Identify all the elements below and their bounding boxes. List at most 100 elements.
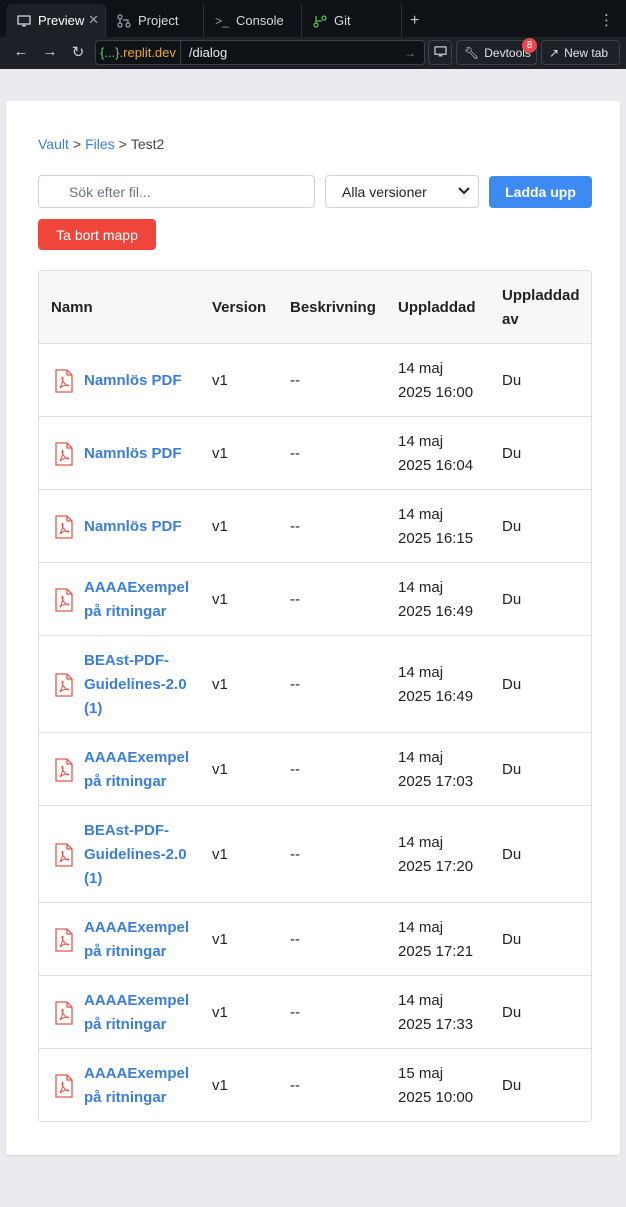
file-uploaded-date: 14 maj 2025 17:21 [398,916,473,964]
uploaded-time-line: 2025 16:15 [398,530,474,547]
file-name-line: på ritningar [84,943,167,960]
more-menu-icon[interactable]: ⋮ [599,13,614,28]
file-name-line: AAAAExempel [84,919,190,936]
file-uploaded-by: Du [502,591,522,608]
file-name-line: Namnlös PDF [84,372,182,389]
file-description: -- [290,931,300,948]
uploaded-date-line: 14 maj [398,579,444,596]
tab-label: Git [334,13,351,28]
file-description: -- [290,1077,300,1094]
file-uploaded-by: Du [502,445,522,462]
url-domain-badge: {...} .replit.dev [96,41,181,64]
pdf-file-icon [54,515,74,539]
file-version: v1 [212,372,228,389]
table-row: BEAst-PDF- Guidelines-2.0 (1) v1 -- 14 maj 202… [39,636,591,733]
file-name-line: BEAst-PDF- [84,652,169,669]
forward-arrow-icon[interactable]: → [40,43,60,60]
file-uploaded-by: Du [502,1004,522,1021]
column-header-name: Namn [51,299,93,316]
file-name-line: på ritningar [84,773,167,790]
version-select-value: Alla versioner [342,183,427,200]
search-input[interactable] [38,175,315,208]
version-select[interactable]: Alla versioner [325,175,479,208]
file-name-link[interactable]: AAAAExempel på ritningar [84,576,196,624]
uploaded-date-line: 14 maj [398,664,444,681]
tab-console[interactable]: >_ Console [204,4,302,37]
tab-label: Console [236,13,284,28]
file-uploaded-date: 14 maj 2025 17:03 [398,746,473,794]
new-tab-button[interactable]: ↗ New tab [541,40,620,65]
file-name-link[interactable]: AAAAExempel på ritningar [84,1062,196,1110]
tab-git[interactable]: Git [302,4,402,37]
file-description: -- [290,591,300,608]
uploaded-time-line: 2025 16:49 [398,603,474,620]
url-badge-prefix: {...} [100,45,120,60]
breadcrumb-files[interactable]: Files [85,136,115,152]
browser-chrome: Preview ✕ Project >_ Console Git + ⋮ ← →… [0,0,626,69]
file-description: -- [290,676,300,693]
file-version: v1 [212,931,228,948]
uploaded-time-line: 2025 16:00 [398,384,474,401]
table-header: Namn Version Beskrivning Uppladdad Uppla… [39,271,591,344]
delete-folder-button[interactable]: Ta bort mapp [38,219,156,250]
file-name-link[interactable]: AAAAExempel på ritningar [84,916,196,964]
breadcrumb-vault[interactable]: Vault [38,136,69,152]
device-preview-button[interactable] [428,40,452,65]
devtools-notification-badge: 8 [522,38,537,53]
file-name-link[interactable]: Namnlös PDF [84,442,196,466]
uploaded-date-line: 14 maj [398,506,444,523]
file-name-line: AAAAExempel [84,992,190,1009]
file-version: v1 [212,518,228,535]
uploaded-time-line: 2025 16:04 [398,457,474,474]
file-uploaded-date: 14 maj 2025 16:04 [398,430,473,478]
file-name-link[interactable]: AAAAExempel på ritningar [84,989,196,1037]
breadcrumb-current: Test2 [130,136,165,152]
tab-preview[interactable]: Preview ✕ [6,4,106,37]
upload-button[interactable]: Ladda upp [489,176,592,208]
terminal-icon: >_ [215,13,229,28]
table-row: Namnlös PDF v1 -- 14 maj 2025 16:00 Du [39,344,591,417]
back-arrow-icon[interactable]: ← [11,43,31,60]
new-tab-label: New tab [564,45,609,60]
file-name-line: Namnlös PDF [84,445,182,462]
close-icon[interactable]: ✕ [88,12,99,28]
file-name-link[interactable]: BEAst-PDF- Guidelines-2.0 (1) [84,649,196,721]
file-name-link[interactable]: BEAst-PDF- Guidelines-2.0 (1) [84,819,196,891]
files-table: Namn Version Beskrivning Uppladdad Uppla… [38,270,592,1122]
uploaded-date-line: 15 maj [398,1065,444,1082]
file-uploaded-date: 14 maj 2025 16:49 [398,661,473,709]
file-name-line: AAAAExempel [84,749,190,766]
reload-icon[interactable]: ↻ [68,43,88,61]
go-arrow-icon[interactable]: → [404,46,416,60]
file-name-link[interactable]: Namnlös PDF [84,515,196,539]
file-name-link[interactable]: AAAAExempel på ritningar [84,746,196,794]
file-name-link[interactable]: Namnlös PDF [84,369,196,393]
column-header-uploaded-by-line2: av [502,311,519,328]
file-version: v1 [212,761,228,778]
table-row: AAAAExempel på ritningar v1 -- 14 maj 2025 17… [39,733,591,806]
monitor-icon [433,45,447,60]
table-row: Namnlös PDF v1 -- 14 maj 2025 16:15 Du [39,490,591,563]
uploaded-time-line: 2025 17:03 [398,773,474,790]
external-link-icon: ↗ [549,45,560,60]
table-row: AAAAExempel på ritningar v1 -- 15 maj 2025 10… [39,1049,591,1121]
file-uploaded-date: 15 maj 2025 10:00 [398,1062,473,1110]
file-uploaded-date: 14 maj 2025 16:15 [398,503,473,551]
uploaded-date-line: 14 maj [398,433,444,450]
new-tab-plus-icon[interactable]: + [410,12,419,30]
file-name-line: på ritningar [84,1016,167,1033]
file-uploaded-by: Du [502,1077,522,1094]
file-name-line: (1) [84,870,103,887]
file-uploaded-by: Du [502,676,522,693]
column-header-uploaded-by-line1: Uppladdad [502,287,580,304]
file-name-line: (1) [84,700,103,717]
file-uploaded-by: Du [502,846,522,863]
tab-project[interactable]: Project [106,4,204,37]
tab-strip: Preview ✕ Project >_ Console Git + ⋮ [0,4,626,37]
file-name-line: på ritningar [84,603,167,620]
address-bar[interactable]: {...} .replit.dev /dialog → [95,40,425,65]
tab-label: Preview [38,13,85,28]
url-path: /dialog [188,45,228,60]
file-description: -- [290,372,300,389]
file-version: v1 [212,1077,228,1094]
